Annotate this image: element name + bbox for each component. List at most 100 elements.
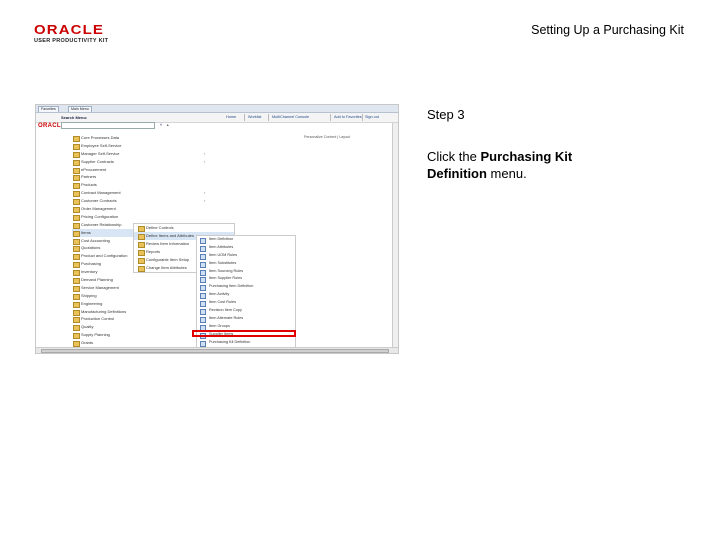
scrollbar-thumb[interactable] [41, 349, 389, 353]
divider [244, 114, 245, 121]
menu-item-label: Engineering [81, 300, 103, 306]
menu-item[interactable]: Order Management [72, 205, 208, 214]
menu-item-label: Customer Contracts [81, 198, 117, 204]
menu-item-label: Revision Item Copy [209, 308, 242, 313]
menu-item[interactable]: Item Substitutes [197, 260, 295, 268]
chevron-right-icon: › [204, 198, 206, 204]
menu-item-label: Contract Management [81, 190, 121, 196]
search-input[interactable] [61, 122, 155, 129]
add-to-favorites-link[interactable]: Add to Favorites [334, 115, 362, 119]
menu-item[interactable]: Revision Item Copy [197, 307, 295, 316]
horizontal-scrollbar[interactable] [36, 347, 398, 353]
menu-item-label: eProcurement [81, 166, 107, 172]
menu-item-label: Review Item Information [146, 241, 190, 246]
menu-item[interactable]: Partners [72, 173, 208, 182]
menu-item-label: Define Controls [146, 225, 174, 230]
menu-item[interactable]: Products [72, 181, 208, 190]
menu-item[interactable]: Item Supplier Rules [197, 275, 295, 284]
menu-item[interactable]: Item Activity [197, 291, 295, 300]
menu-item-label: Order Management [81, 206, 116, 212]
logo-subtitle: USER PRODUCTIVITY KIT [34, 38, 109, 44]
menu-item[interactable]: Item Cost Rules [197, 299, 295, 308]
menu-item-label: Item Cost Rules [209, 300, 237, 305]
menu-item[interactable]: Item Alternate Rules [197, 315, 295, 323]
menu-item[interactable]: Demand Planning› [72, 276, 208, 285]
document-icon [200, 340, 206, 347]
menu-item[interactable]: Purchasing Kit Definition [197, 339, 295, 347]
instruction-suffix: menu. [486, 166, 527, 181]
menu-item-label: Pricing Configuration [81, 213, 119, 219]
menu-item-label: Inventory [81, 269, 98, 275]
menu-item-label: Quality [81, 324, 94, 330]
chevron-right-icon: › [204, 158, 206, 164]
menu-item-label: Customer Relationship [81, 221, 122, 227]
menu-item-label: Item Definition [209, 237, 234, 241]
menu-item-label: Item Activity [209, 292, 230, 297]
menu-item-label: Purchasing [81, 261, 102, 267]
menu-item-label: Product and Configuration [81, 253, 128, 259]
menu-item-label: Purchasing Kit Definition [209, 339, 251, 344]
scroll-up-icon[interactable]: ▲ [166, 123, 170, 131]
menu-item[interactable]: Contract Management › [72, 189, 208, 198]
chevron-right-icon: › [204, 190, 206, 196]
menu-item[interactable]: Manager Self-Service › [72, 150, 208, 158]
divider [362, 114, 363, 121]
document-title: Setting Up a Purchasing Kit [531, 23, 684, 37]
menu-item[interactable]: Quality [72, 323, 208, 332]
menu-item[interactable]: Production Control [72, 315, 208, 324]
menu-item[interactable]: Item Sourcing Rules [197, 268, 295, 276]
menu-item-label: Items [81, 229, 91, 235]
menu-item-label: Item Attributes [209, 244, 234, 249]
menu-item-label: Shipping [81, 292, 97, 298]
menu-item[interactable]: Shipping› [72, 292, 208, 300]
search-go-icon[interactable]: » [158, 122, 164, 128]
instruction-text: Click the Purchasing Kit Definition menu… [427, 148, 617, 182]
menu-item[interactable]: Service Management› [72, 284, 208, 292]
home-link[interactable]: Home [226, 115, 236, 119]
highlight-box [192, 330, 296, 337]
divider [268, 114, 269, 121]
oracle-upk-logo: ORACLE USER PRODUCTIVITY KIT [34, 22, 124, 48]
menu-item[interactable]: Purchasing Item Definition [197, 283, 295, 292]
menu-item-label: Production Control [81, 316, 115, 322]
menu-item[interactable]: Item UOM Rules [197, 252, 295, 260]
menu-item[interactable]: Grants [72, 339, 208, 348]
menu-item[interactable]: Pricing Configuration [72, 213, 208, 221]
menu-item[interactable]: Engineering [72, 300, 208, 308]
menu-item-label: Supply Planning [81, 332, 110, 338]
menu-item[interactable]: Core Processes Data [72, 134, 208, 142]
menu-item-label: Item UOM Rules [209, 252, 238, 257]
menu-item-label: Item Alternate Rules [209, 315, 244, 320]
vertical-scrollbar[interactable] [392, 123, 398, 347]
menu-item[interactable]: Supplier Contracts › [72, 158, 208, 166]
search-menu: Search Menu: » [61, 115, 171, 129]
menu-item[interactable]: Item Attributes [197, 244, 295, 252]
tab-favorites[interactable]: Favorites [38, 106, 59, 112]
menu-item[interactable]: Manufacturing Definitions› [72, 308, 208, 316]
logo-brand: ORACLE [34, 22, 105, 37]
tab-main-menu[interactable]: Main Menu [68, 106, 92, 112]
menu-item-label: Grants [81, 340, 94, 346]
sign-out-link[interactable]: Sign out [365, 115, 379, 119]
menu-item[interactable]: eProcurement [72, 166, 208, 174]
menu-item-label: Item Groups [209, 323, 230, 328]
menu-item-label: Quotations [81, 245, 101, 251]
multichannel-console-link[interactable]: MultiChannel Console [272, 115, 309, 119]
menu-item-label: Partners [81, 174, 97, 180]
menu-item-label: Core Processes Data [81, 135, 120, 140]
personalize-label[interactable]: Personalize Content | Layout [304, 135, 350, 139]
application-screenshot: Favorites Main Menu ORACLE Home Worklist… [35, 104, 399, 354]
worklist-link[interactable]: Worklist [248, 115, 261, 119]
instruction-prefix: Click the [427, 149, 481, 164]
menu-item-label: Item Supplier Rules [209, 276, 243, 281]
menu-item-label: Change Item Attributes [146, 265, 187, 270]
menu-item[interactable]: Employee Self-Service [72, 142, 208, 150]
menu-item[interactable]: Customer Contracts › [72, 197, 208, 206]
menu-item-label: Define Items and Attributes [146, 233, 195, 238]
menu-item[interactable]: Supply Planning [72, 331, 208, 340]
menu-item-label: Employee Self-Service [81, 142, 122, 148]
menu-item[interactable]: Item Definition [197, 236, 295, 244]
menu-item-label: Purchasing Item Definition [209, 284, 254, 289]
menu-item[interactable]: Define Controls [134, 224, 234, 232]
menu-item-label: Manufacturing Definitions [81, 308, 127, 314]
